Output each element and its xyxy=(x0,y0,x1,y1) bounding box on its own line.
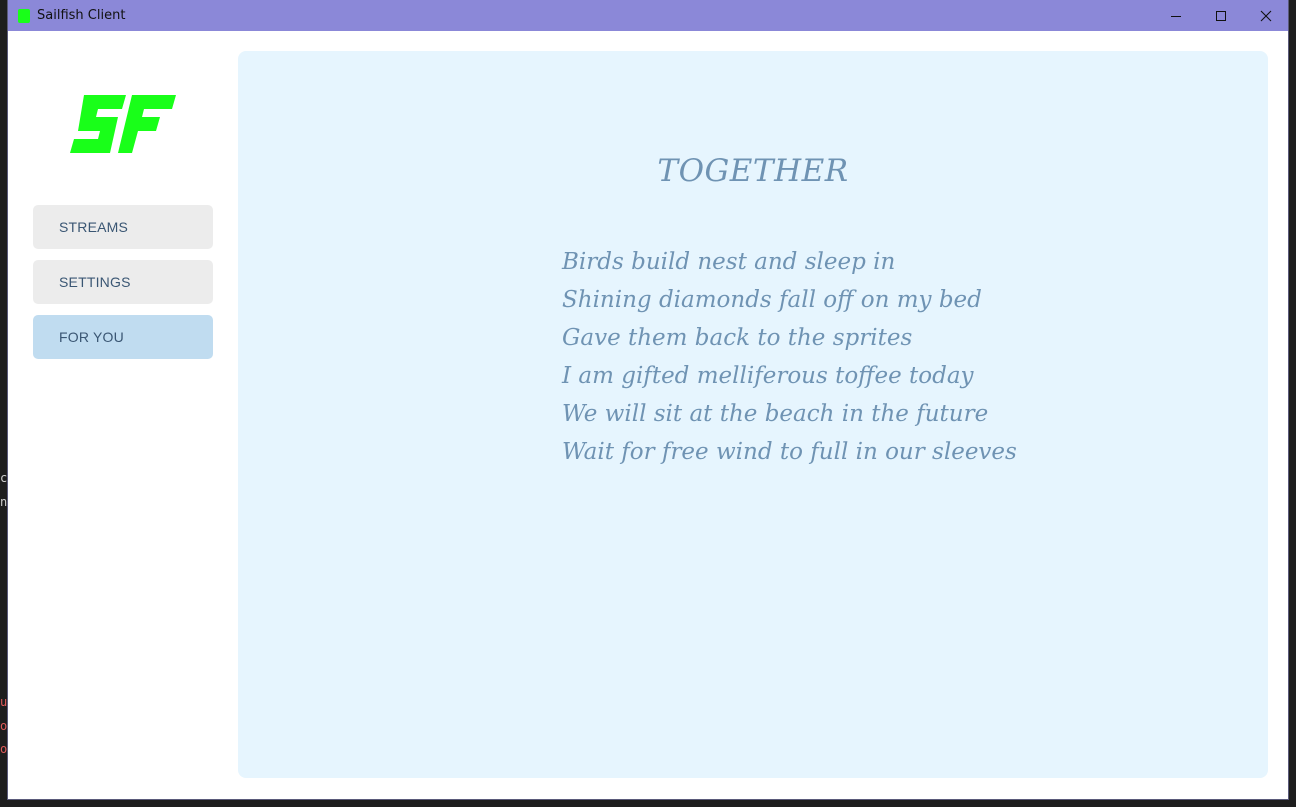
background-text-fragment: u xyxy=(0,695,8,709)
poem-body: Birds build nest and sleep in Shining di… xyxy=(562,243,1017,471)
background-text-fragment: o xyxy=(0,742,8,756)
sidebar: STREAMS SETTINGS FOR YOU xyxy=(8,31,238,799)
nav-settings-button[interactable]: SETTINGS xyxy=(33,260,213,304)
nav-for-you-button[interactable]: FOR YOU xyxy=(33,315,213,359)
maximize-button[interactable] xyxy=(1198,0,1243,31)
close-button[interactable] xyxy=(1243,0,1288,31)
background-text-fragment: n xyxy=(0,495,8,509)
poem-line: Gave them back to the sprites xyxy=(562,325,913,351)
sailfish-logo xyxy=(70,95,176,153)
for-you-panel: TOGETHER Birds build nest and sleep in S… xyxy=(238,51,1268,778)
nav-streams-button[interactable]: STREAMS xyxy=(33,205,213,249)
poem-line: We will sit at the beach in the future xyxy=(562,401,989,427)
title-bar[interactable]: Sailfish Client xyxy=(8,0,1288,31)
poem-line: I am gifted melliferous toffee today xyxy=(562,363,974,389)
poem-line: Wait for free wind to full in our sleeve… xyxy=(562,439,1017,465)
background-app-right xyxy=(1288,0,1296,807)
background-text-fragment: c xyxy=(0,471,8,485)
background-app-left xyxy=(0,0,8,807)
close-icon xyxy=(1260,10,1271,21)
window-controls xyxy=(1153,0,1288,31)
background-app-bottom xyxy=(0,799,1296,807)
minimize-icon xyxy=(1170,15,1181,17)
minimize-button[interactable] xyxy=(1153,0,1198,31)
app-icon xyxy=(18,8,30,23)
app-window: Sailfish Client STREAMS SETTINGS FOR YOU… xyxy=(8,0,1288,799)
maximize-icon xyxy=(1215,10,1226,21)
poem-line: Shining diamonds fall off on my bed xyxy=(562,287,982,313)
window-title: Sailfish Client xyxy=(37,8,126,23)
poem-line: Birds build nest and sleep in xyxy=(562,249,896,275)
poem-title: TOGETHER xyxy=(657,153,849,189)
background-text-fragment: o xyxy=(0,719,8,733)
